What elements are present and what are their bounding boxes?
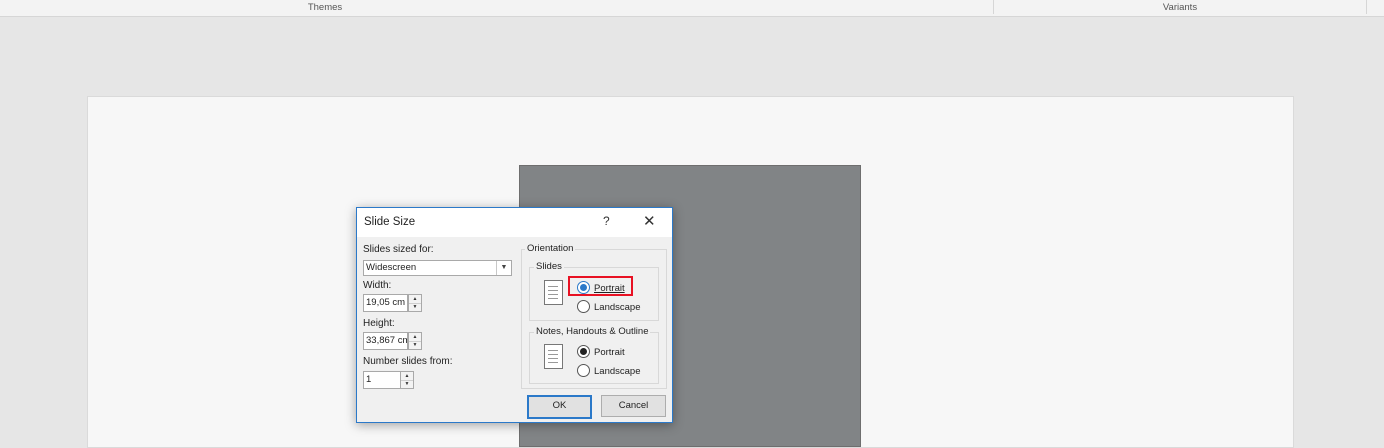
spin-down-icon[interactable]: ▼ — [401, 380, 413, 388]
number-slides-from-value: 1 — [366, 374, 372, 385]
chevron-down-icon[interactable]: ▼ — [496, 261, 511, 275]
spin-down-icon[interactable]: ▼ — [409, 341, 421, 349]
slides-sized-for-value: Widescreen — [366, 262, 417, 273]
slides-landscape-radio[interactable] — [577, 300, 590, 313]
height-stepper[interactable]: ▲ ▼ — [408, 332, 422, 350]
height-label: Height: — [363, 318, 395, 329]
help-icon[interactable]: ? — [603, 214, 610, 228]
close-icon[interactable]: ✕ — [643, 212, 656, 230]
spin-down-icon[interactable]: ▼ — [409, 303, 421, 311]
number-slides-stepper[interactable]: ▲ ▼ — [400, 371, 414, 389]
slides-landscape-label[interactable]: Landscape — [594, 302, 640, 313]
slides-group-label: Slides — [534, 261, 564, 272]
dialog-titlebar[interactable]: Slide Size ? ✕ — [357, 208, 672, 237]
width-value: 19,05 cm — [366, 297, 406, 308]
width-label: Width: — [363, 280, 392, 291]
variants-group-label: Variants — [1162, 2, 1198, 13]
cancel-button[interactable]: Cancel — [601, 395, 666, 417]
slides-sized-for-select[interactable]: Widescreen ▼ — [363, 260, 512, 276]
notes-group-label: Notes, Handouts & Outline — [534, 326, 651, 337]
notes-portrait-label[interactable]: Portrait — [594, 347, 625, 358]
width-input[interactable]: 19,05 cm — [363, 294, 408, 312]
ribbon-group-separator — [1366, 0, 1367, 14]
ribbon-group-labels-bar: Themes Variants — [0, 0, 1384, 17]
dialog-title: Slide Size — [364, 216, 416, 228]
slide-size-dialog: Slide Size ? ✕ Slides sized for: Widescr… — [356, 207, 673, 423]
ribbon-group-separator — [993, 0, 994, 14]
slides-sized-for-label: Slides sized for: — [363, 244, 434, 255]
height-input[interactable]: 33,867 cm — [363, 332, 408, 350]
slides-portrait-radio[interactable] — [577, 281, 590, 294]
number-slides-from-label: Number slides from: — [363, 356, 453, 367]
slides-portrait-label[interactable]: Portrait — [594, 283, 625, 294]
ok-button[interactable]: OK — [527, 395, 592, 419]
number-slides-from-input[interactable]: 1 — [363, 371, 401, 389]
document-icon — [544, 280, 563, 305]
notes-landscape-radio[interactable] — [577, 364, 590, 377]
notes-portrait-radio[interactable] — [577, 345, 590, 358]
height-value: 33,867 cm — [366, 335, 407, 346]
notes-landscape-label[interactable]: Landscape — [594, 366, 640, 377]
width-stepper[interactable]: ▲ ▼ — [408, 294, 422, 312]
document-icon — [544, 344, 563, 369]
orientation-label: Orientation — [525, 243, 576, 254]
themes-group-label: Themes — [307, 2, 343, 13]
